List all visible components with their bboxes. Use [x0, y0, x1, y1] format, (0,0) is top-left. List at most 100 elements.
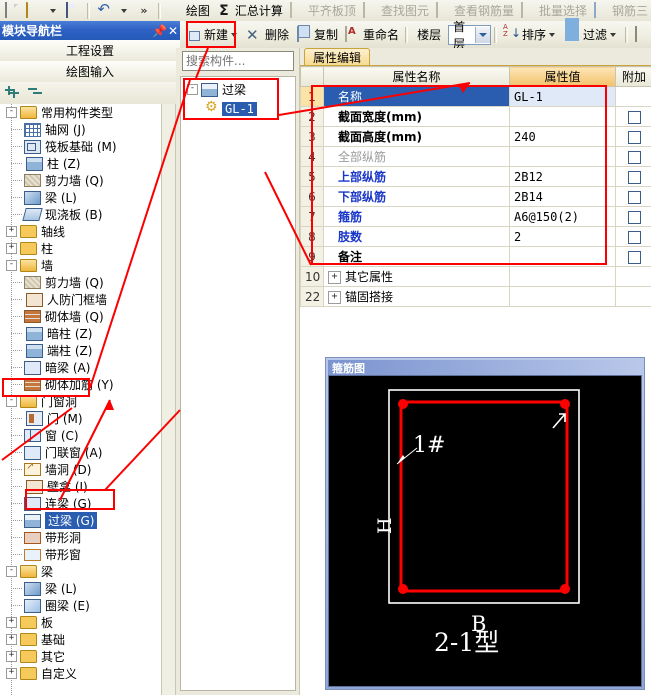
additional-cell[interactable]	[615, 106, 651, 127]
tree-node-18[interactable]: 门 (M)	[0, 410, 175, 427]
additional-checkbox[interactable]	[627, 250, 641, 264]
property-name-cell[interactable]: 箍筋	[323, 206, 510, 227]
additional-checkbox[interactable]	[627, 150, 641, 164]
tree-node-11[interactable]: 人防门框墙	[0, 291, 175, 308]
tree-node-16[interactable]: 砌体加筋 (Y)	[0, 376, 175, 393]
additional-cell[interactable]	[615, 226, 651, 247]
module-tree[interactable]: - 常用构件类型 轴网 (J) 筏板基础 (M) 柱 (Z) 剪力墙 (Q) 梁 (L) 现浇…	[0, 104, 176, 695]
tree-node-14[interactable]: 端柱 (Z)	[0, 342, 175, 359]
component-node-0[interactable]: - 过梁	[181, 81, 295, 98]
expand-icon[interactable]: +	[6, 226, 17, 237]
property-value-cell[interactable]: 240	[509, 126, 616, 147]
expand-icon[interactable]: +	[6, 668, 17, 679]
close-icon[interactable]: ✕	[166, 24, 180, 38]
tree-node-3[interactable]: 柱 (Z)	[0, 155, 175, 172]
property-value-cell[interactable]	[509, 146, 616, 167]
expand-icon[interactable]: +	[328, 291, 341, 304]
expand-icon[interactable]: +	[6, 651, 17, 662]
sort-button[interactable]: 排序	[500, 24, 561, 46]
property-name-cell[interactable]: 截面宽度(mm)	[323, 106, 510, 127]
draw-button[interactable]: 绘图	[164, 1, 213, 21]
property-row[interactable]: 7 箍筋 A6@150(2)	[300, 206, 651, 227]
collapse-icon[interactable]: -	[6, 107, 17, 118]
tree-node-29[interactable]: 圈梁 (E)	[0, 597, 175, 614]
undo-dropdown[interactable]	[115, 1, 133, 21]
nav-button-draw-input[interactable]: 绘图输入	[0, 61, 180, 83]
property-name-cell[interactable]: 肢数	[323, 226, 510, 247]
additional-cell[interactable]	[615, 286, 651, 307]
additional-cell[interactable]	[615, 206, 651, 227]
rename-component-button[interactable]: 重命名	[341, 24, 402, 46]
tree-node-1[interactable]: 轴网 (J)	[0, 121, 175, 138]
nav-button-project-settings[interactable]: 工程设置	[0, 40, 180, 62]
tree-node-24[interactable]: 过梁 (G)	[0, 512, 175, 529]
property-row[interactable]: 8 肢数 2	[300, 226, 651, 247]
additional-cell[interactable]	[615, 126, 651, 147]
open-file-dropdown[interactable]	[44, 1, 62, 21]
property-row[interactable]: 5 上部纵筋 2B12	[300, 166, 651, 187]
new-component-button[interactable]: 新建	[182, 24, 243, 46]
additional-cell[interactable]	[615, 146, 651, 167]
tree-node-5[interactable]: 梁 (L)	[0, 189, 175, 206]
tree-node-32[interactable]: + 其它	[0, 648, 175, 665]
property-value-cell[interactable]: A6@150(2)	[509, 206, 616, 227]
tree-node-21[interactable]: 墙洞 (D)	[0, 461, 175, 478]
collapse-all-icon[interactable]	[26, 84, 48, 102]
component-node-1[interactable]: GL-1	[181, 99, 295, 117]
tree-node-0[interactable]: - 常用构件类型	[0, 104, 175, 121]
search-component-box[interactable]	[182, 51, 353, 71]
tree-node-20[interactable]: 门联窗 (A)	[0, 444, 175, 461]
additional-cell[interactable]	[615, 186, 651, 207]
additional-checkbox[interactable]	[627, 130, 641, 144]
property-name-cell[interactable]: + 其它属性	[323, 266, 510, 287]
property-name-cell[interactable]: 截面高度(mm)	[323, 126, 510, 147]
property-name-cell[interactable]: 备注	[323, 246, 510, 267]
property-row[interactable]: 2 截面宽度(mm)	[300, 106, 651, 127]
property-row[interactable]: 3 截面高度(mm) 240	[300, 126, 651, 147]
tree-node-25[interactable]: 带形洞	[0, 529, 175, 546]
property-value-cell[interactable]: 2	[509, 226, 616, 247]
tree-node-6[interactable]: 现浇板 (B)	[0, 206, 175, 223]
additional-cell[interactable]	[615, 246, 651, 267]
property-row[interactable]: 6 下部纵筋 2B14	[300, 186, 651, 207]
tree-node-2[interactable]: 筏板基础 (M)	[0, 138, 175, 155]
delete-component-button[interactable]: ✕ 删除	[243, 24, 292, 46]
property-value-cell[interactable]: 2B12	[509, 166, 616, 187]
property-value-cell[interactable]: 2B14	[509, 186, 616, 207]
tree-node-13[interactable]: 暗柱 (Z)	[0, 325, 175, 342]
additional-checkbox[interactable]	[627, 230, 641, 244]
tree-node-27[interactable]: -梁	[0, 563, 175, 580]
property-value-cell[interactable]	[509, 266, 616, 287]
property-row[interactable]: 4 全部纵筋	[300, 146, 651, 167]
additional-cell[interactable]	[615, 86, 651, 107]
property-value-cell[interactable]	[509, 246, 616, 267]
tree-node-8[interactable]: + 柱	[0, 240, 175, 257]
copy-component-button[interactable]: 复制	[292, 24, 341, 46]
tree-node-17[interactable]: - 门窗洞	[0, 393, 175, 410]
property-name-cell[interactable]: 全部纵筋	[323, 146, 510, 167]
property-row[interactable]: 9 备注	[300, 246, 651, 267]
align-slab-top-button[interactable]: 平齐板顶	[286, 1, 359, 21]
tree-node-9[interactable]: -墙	[0, 257, 175, 274]
expand-icon[interactable]: +	[6, 617, 17, 628]
additional-cell[interactable]	[615, 266, 651, 287]
collapse-icon[interactable]: -	[6, 396, 17, 407]
save-button[interactable]	[62, 1, 84, 21]
property-name-cell[interactable]: 下部纵筋	[323, 186, 510, 207]
additional-cell[interactable]	[615, 166, 651, 187]
property-name-cell[interactable]: + 锚固搭接	[323, 286, 510, 307]
tree-node-23[interactable]: 连梁 (G)	[0, 495, 175, 512]
tree-node-19[interactable]: 窗 (C)	[0, 427, 175, 444]
tree-node-10[interactable]: 剪力墙 (Q)	[0, 274, 175, 291]
property-row[interactable]: 22 + 锚固搭接	[300, 286, 651, 307]
new-document-button[interactable]	[0, 1, 22, 21]
filter-button[interactable]: 过滤	[561, 17, 622, 46]
property-value-cell[interactable]: GL-1	[509, 86, 616, 107]
undo-button[interactable]	[93, 1, 115, 21]
property-row[interactable]: 1 名称 GL-1	[300, 86, 651, 107]
tree-node-22[interactable]: 壁龛 (I)	[0, 478, 175, 495]
property-value-cell[interactable]	[509, 286, 616, 307]
chevron-down-icon[interactable]	[475, 26, 490, 43]
find-element-button[interactable]: 查找图元	[359, 1, 432, 21]
tree-node-15[interactable]: 暗梁 (A)	[0, 359, 175, 376]
